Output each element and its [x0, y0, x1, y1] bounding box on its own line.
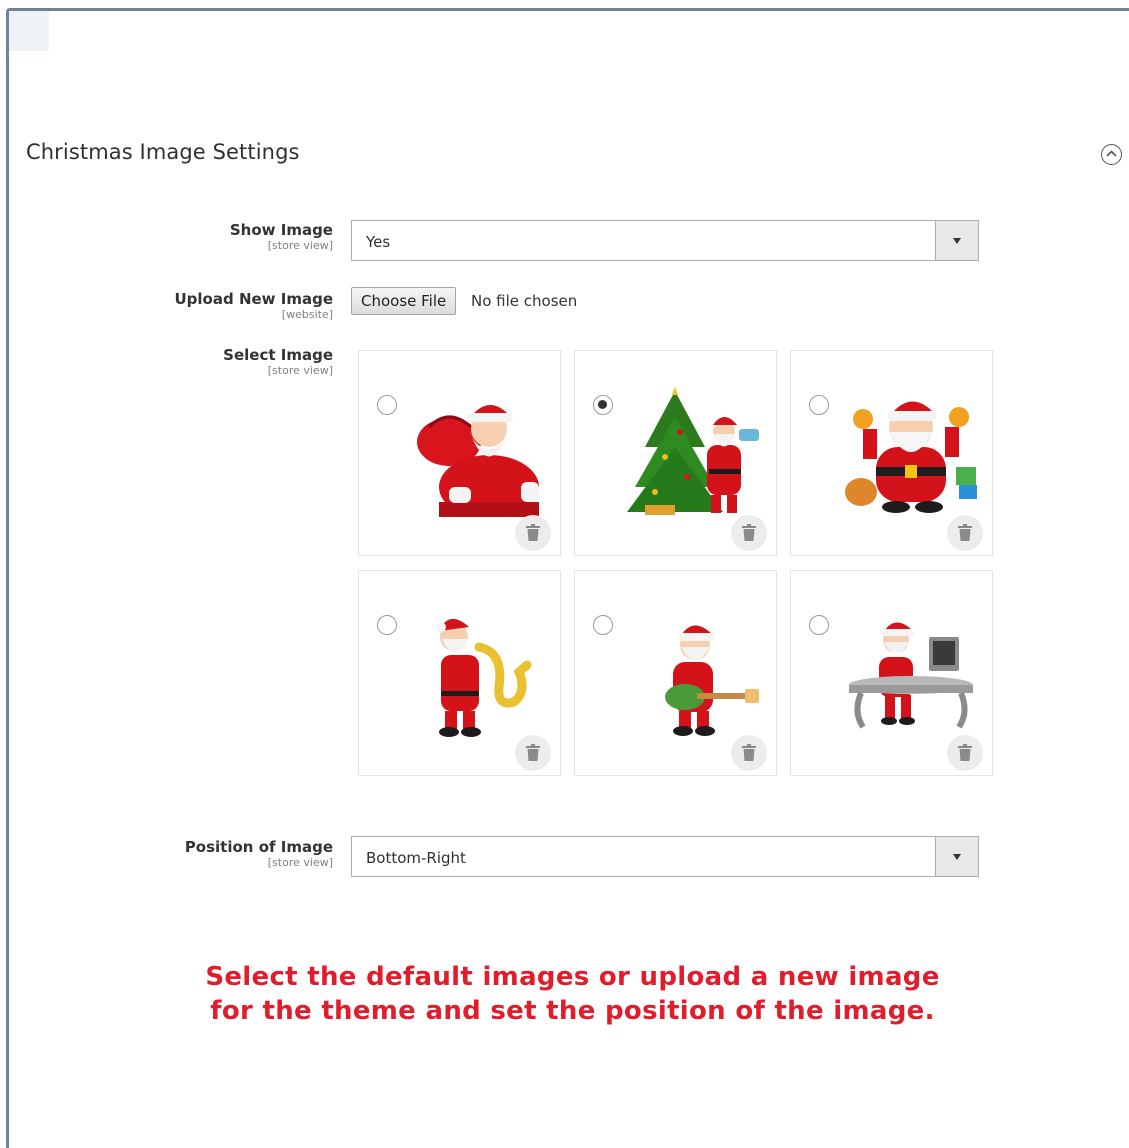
instruction-note: Select the default images or upload a ne… — [0, 960, 1129, 1028]
instruction-note-line-1: Select the default images or upload a ne… — [205, 962, 940, 992]
show-image-label-group: Show Image [store view] — [230, 221, 333, 252]
panel-corner — [9, 11, 49, 51]
trash-icon — [526, 524, 540, 541]
position-label: Position of Image — [184, 838, 333, 856]
delete-image-button[interactable] — [947, 735, 983, 771]
image-option-radio[interactable] — [377, 615, 397, 635]
image-option-6[interactable] — [790, 570, 993, 776]
show-image-scope: [store view] — [267, 239, 333, 252]
santa-playing-guitar-image — [665, 625, 759, 736]
image-option-radio[interactable] — [809, 395, 829, 415]
file-status-text: No file chosen — [471, 292, 578, 310]
delete-image-button[interactable] — [515, 515, 551, 551]
select-image-scope: [store view] — [267, 364, 333, 377]
position-value: Bottom-Right — [366, 849, 466, 867]
chevron-up-circle-icon[interactable] — [1101, 144, 1122, 165]
santa-with-christmas-tree-image — [627, 387, 759, 515]
delete-image-button[interactable] — [515, 735, 551, 771]
image-option-radio[interactable] — [377, 395, 397, 415]
image-option-3[interactable] — [790, 350, 993, 556]
position-label-group: Position of Image [store view] — [185, 838, 333, 869]
trash-icon — [958, 524, 972, 541]
choose-file-button[interactable]: Choose File — [351, 287, 457, 315]
upload-image-label: Upload New Image — [174, 290, 334, 308]
image-option-radio[interactable] — [809, 615, 829, 635]
section-title: Christmas Image Settings — [26, 140, 300, 164]
santa-with-sack-image — [417, 404, 539, 517]
show-image-label: Show Image — [229, 221, 333, 239]
show-image-select[interactable]: Yes — [351, 220, 979, 261]
show-image-value: Yes — [366, 233, 391, 251]
delete-image-button[interactable] — [731, 515, 767, 551]
image-option-5[interactable] — [574, 570, 777, 776]
trash-icon — [742, 744, 756, 761]
cartoon-santa-with-gifts-image — [845, 401, 977, 513]
position-select[interactable]: Bottom-Right — [351, 836, 979, 877]
upload-image-label-group: Upload New Image [website] — [175, 290, 334, 321]
santa-at-computer-desk-image — [849, 622, 973, 729]
chevron-down-icon[interactable] — [935, 837, 978, 876]
trash-icon — [526, 744, 540, 761]
delete-image-button[interactable] — [947, 515, 983, 551]
upload-image-scope: [website] — [281, 308, 333, 321]
trash-icon — [958, 744, 972, 761]
image-option-4[interactable] — [358, 570, 561, 776]
instruction-note-line-2: for the theme and set the position of th… — [210, 996, 935, 1026]
santa-playing-saxophone-image — [436, 618, 532, 737]
image-option-radio[interactable] — [593, 615, 613, 635]
trash-icon — [742, 524, 756, 541]
position-scope: [store view] — [267, 856, 333, 869]
select-image-label: Select Image — [223, 346, 333, 364]
chevron-down-icon[interactable] — [935, 221, 978, 260]
image-option-2[interactable] — [574, 350, 777, 556]
image-option-1[interactable] — [358, 350, 561, 556]
image-option-radio-selected[interactable] — [593, 395, 613, 415]
delete-image-button[interactable] — [731, 735, 767, 771]
select-image-label-group: Select Image [store view] — [223, 346, 333, 377]
